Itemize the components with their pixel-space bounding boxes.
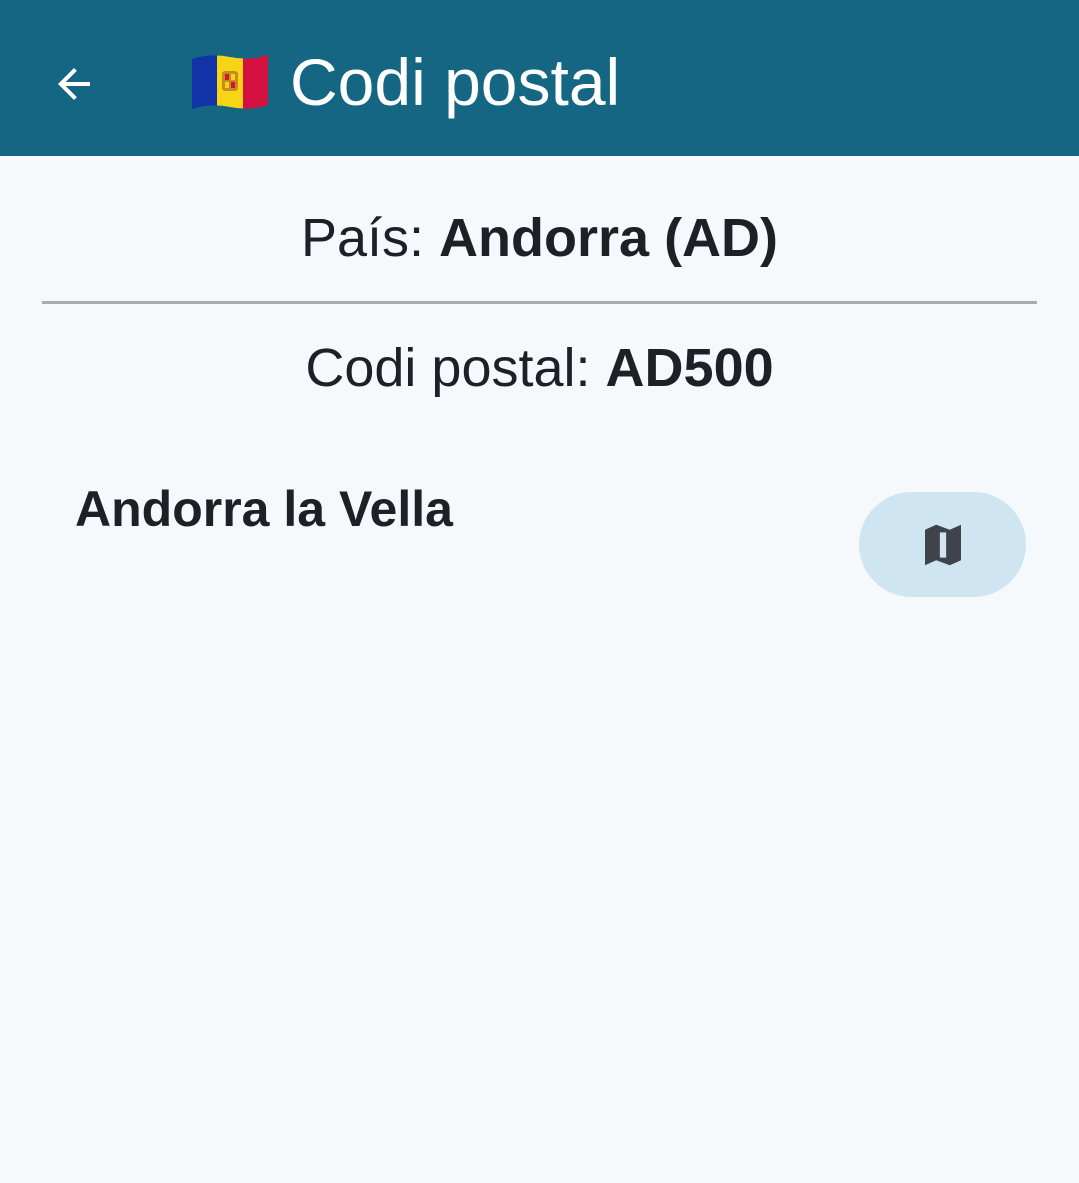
postal-code-value: AD500	[605, 338, 774, 398]
andorra-flag-icon	[192, 55, 268, 109]
back-button[interactable]	[28, 38, 120, 130]
page-title: Codi postal	[290, 45, 621, 119]
app-bar: Codi postal	[0, 0, 1079, 156]
arrow-left-icon	[58, 68, 90, 100]
map-button[interactable]	[859, 492, 1026, 597]
place-name: Andorra la Vella	[75, 481, 453, 537]
country-label: País:	[300, 208, 425, 268]
map-icon	[924, 524, 961, 565]
postal-code-info: Codi postal: AD500	[0, 330, 1079, 406]
country-info: País: Andorra (AD)	[0, 200, 1079, 276]
postal-code-label: Codi postal:	[305, 338, 591, 398]
divider	[42, 301, 1037, 304]
country-value: Andorra (AD)	[439, 208, 779, 268]
